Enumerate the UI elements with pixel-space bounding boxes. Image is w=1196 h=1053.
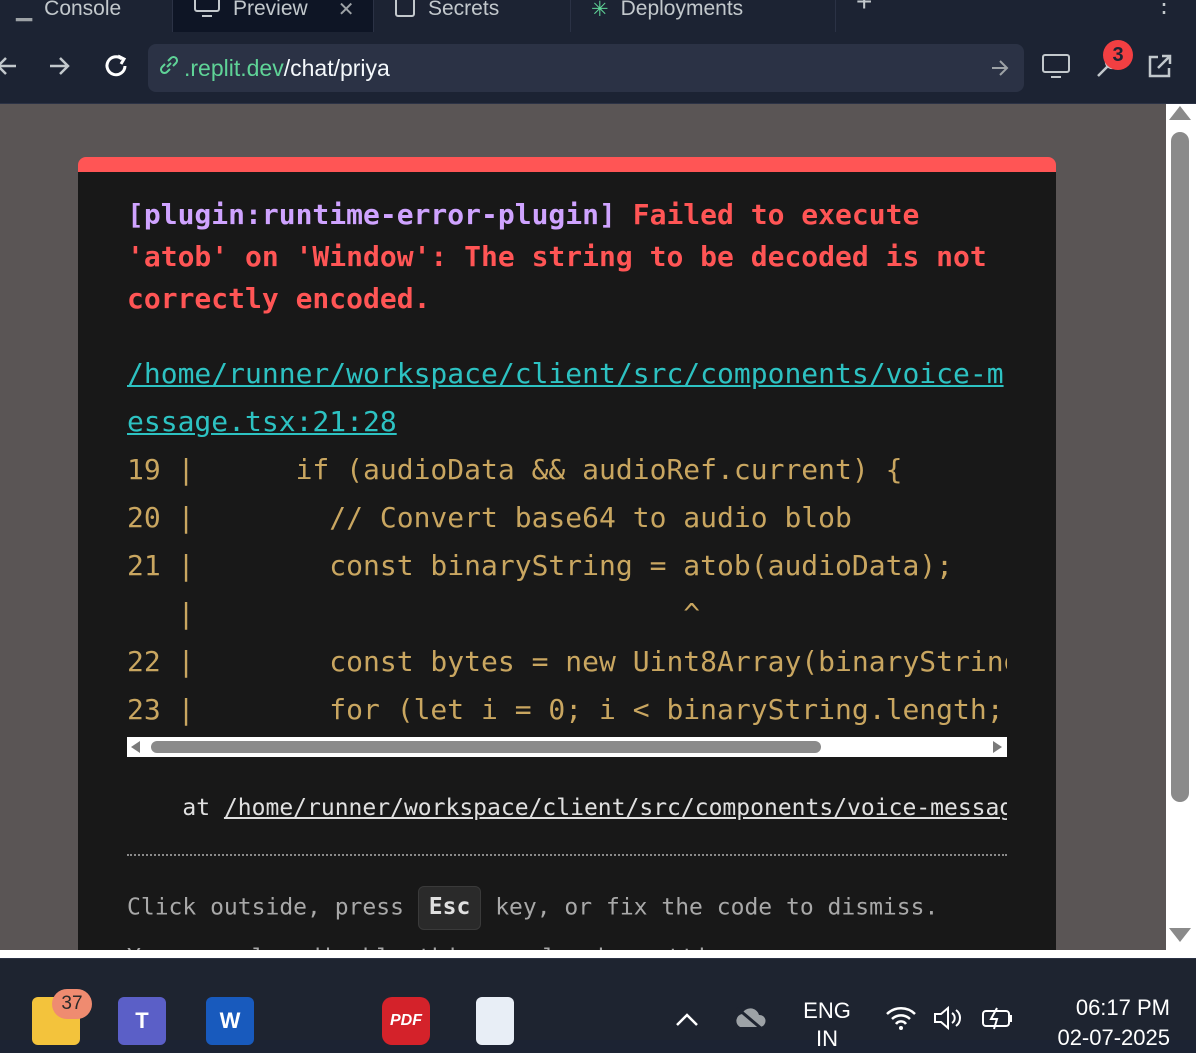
tab-console[interactable]: ▁ Console bbox=[0, 0, 168, 32]
pdf-reader-icon[interactable]: PDF bbox=[382, 997, 430, 1045]
page-bottom-edge bbox=[0, 950, 1196, 958]
devtools-error-badge: 3 bbox=[1103, 40, 1133, 70]
more-options-icon[interactable]: ⋮ bbox=[1152, 0, 1176, 19]
stack-prefix: at bbox=[127, 795, 224, 821]
tab-secrets[interactable]: Secrets bbox=[374, 0, 570, 32]
runtime-error-overlay: [plugin:runtime-error-plugin] Failed to … bbox=[78, 157, 1056, 950]
url-input[interactable]: .replit.dev/chat/priya bbox=[148, 44, 1024, 92]
tab-label: Deployments bbox=[620, 0, 744, 20]
new-tab-plus-icon[interactable]: + bbox=[856, 0, 872, 18]
onedrive-offline-icon[interactable] bbox=[732, 1005, 768, 1038]
tip-text: key, or fix the code to dismiss. bbox=[481, 894, 939, 921]
notification-count-badge: 37 bbox=[52, 989, 92, 1019]
word-icon[interactable]: W bbox=[206, 997, 254, 1045]
preview-viewport: [plugin:runtime-error-plugin] Failed to … bbox=[0, 104, 1166, 950]
wifi-icon[interactable] bbox=[884, 1005, 918, 1038]
console-icon: ▁ bbox=[16, 0, 33, 21]
code-line: 21 | const binaryString = atob(audioData… bbox=[127, 549, 954, 582]
tab-divider bbox=[835, 0, 836, 32]
code-frame: 19 | if (audioData && audioRef.current) … bbox=[127, 446, 1007, 736]
stack-trace: at /home/runner/workspace/client/src/com… bbox=[127, 790, 1007, 826]
language-region: IN bbox=[816, 1026, 838, 1051]
scroll-right-arrow-icon[interactable] bbox=[993, 741, 1002, 753]
code-line: 22 | const bytes = new Uint8Array(binary… bbox=[127, 645, 1007, 678]
windows-taskbar: 37 T W PDF ENG IN 06:17 PM 02-07-2025 bbox=[0, 958, 1196, 1051]
lock-icon bbox=[394, 0, 416, 24]
clock-time: 06:17 PM bbox=[1075, 995, 1170, 1020]
open-new-window-icon[interactable] bbox=[1144, 50, 1176, 82]
text-editor-icon[interactable] bbox=[476, 997, 514, 1045]
scrollbar-thumb[interactable] bbox=[151, 741, 821, 753]
code-horizontal-scrollbar[interactable] bbox=[127, 737, 1007, 757]
back-arrow-icon[interactable] bbox=[0, 50, 22, 82]
tab-label: Preview bbox=[233, 0, 308, 20]
teams-icon[interactable]: T bbox=[118, 997, 166, 1045]
go-arrow-icon[interactable] bbox=[988, 56, 1012, 86]
chevron-up-icon[interactable] bbox=[674, 1005, 700, 1036]
language-label: ENG bbox=[803, 998, 851, 1023]
clock-date: 02-07-2025 bbox=[1057, 1025, 1170, 1050]
esc-key: Esc bbox=[417, 886, 482, 930]
code-line: 19 | if (audioData && audioRef.current) … bbox=[127, 453, 903, 486]
device-preview-icon[interactable] bbox=[1040, 50, 1072, 82]
dotted-divider bbox=[127, 854, 1007, 856]
code-line-caret: | ^ bbox=[127, 597, 701, 630]
code-line: 20 | // Convert base64 to audio blob bbox=[127, 501, 852, 534]
dismiss-tip: Click outside, press Esc key, or fix the… bbox=[127, 886, 1007, 930]
preview-navigation-bar: .replit.dev/chat/priya 3 bbox=[0, 32, 1196, 104]
tab-deployments[interactable]: ✳ Deployments bbox=[571, 0, 835, 32]
error-file-link[interactable]: /home/runner/workspace/client/src/compon… bbox=[127, 350, 1007, 446]
volume-icon[interactable] bbox=[932, 1005, 964, 1038]
link-icon bbox=[158, 54, 180, 82]
system-clock[interactable]: 06:17 PM 02-07-2025 bbox=[1040, 993, 1170, 1053]
tab-label: Secrets bbox=[428, 0, 500, 20]
input-language[interactable]: ENG IN bbox=[802, 997, 852, 1053]
code-line: 23 | for (let i = 0; i < binaryString.le… bbox=[127, 693, 1004, 726]
close-icon[interactable]: ✕ bbox=[338, 0, 355, 22]
url-domain: .replit.dev bbox=[184, 54, 284, 81]
reload-icon[interactable] bbox=[100, 50, 132, 82]
error-plugin-name: [plugin:runtime-error-plugin] bbox=[127, 198, 616, 231]
error-message: [plugin:runtime-error-plugin] Failed to … bbox=[127, 194, 987, 320]
deploy-icon: ✳ bbox=[591, 0, 609, 21]
scroll-up-arrow-icon[interactable] bbox=[1169, 106, 1191, 120]
scroll-left-arrow-icon[interactable] bbox=[131, 741, 140, 753]
tab-preview[interactable]: Preview ✕ bbox=[172, 0, 374, 32]
battery-charging-icon[interactable] bbox=[980, 1005, 1016, 1038]
tip-text: Click outside, press bbox=[127, 894, 418, 921]
stack-file-link[interactable]: /home/runner/workspace/client/src/compon… bbox=[224, 795, 1007, 821]
url-path: /chat/priya bbox=[283, 54, 390, 81]
workspace-tab-bar: ▁ Console Preview ✕ Secrets ✳ Deployment… bbox=[0, 0, 1196, 32]
monitor-icon bbox=[193, 0, 221, 24]
disable-overlay-tip: You can also disable this overlay by set… bbox=[127, 940, 1007, 950]
tab-label: Console bbox=[44, 0, 122, 20]
preview-vertical-scrollbar[interactable] bbox=[1166, 104, 1196, 950]
scrollbar-thumb[interactable] bbox=[1171, 132, 1189, 802]
forward-arrow-icon[interactable] bbox=[44, 50, 76, 82]
scroll-down-arrow-icon[interactable] bbox=[1169, 928, 1191, 942]
